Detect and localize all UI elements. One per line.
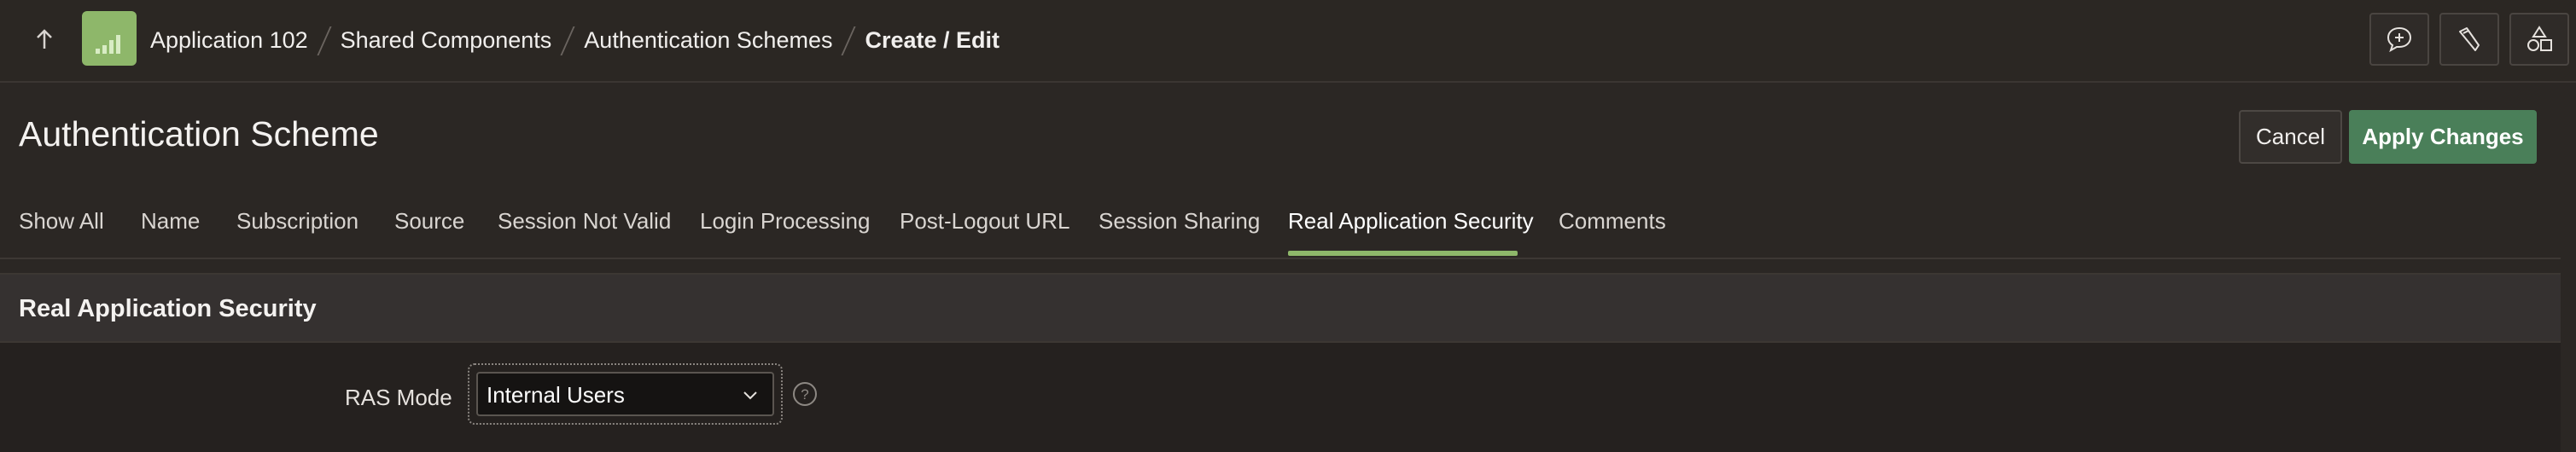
comment-add-icon (2387, 26, 2412, 53)
utilities-button[interactable] (2439, 13, 2499, 66)
breadcrumb-separator (317, 26, 332, 55)
page-title: Authentication Scheme (19, 114, 379, 154)
ras-mode-value: Internal Users (487, 382, 625, 408)
ras-region: Real Application Security RAS Mode Inter… (0, 273, 2561, 452)
region-title: Real Application Security (19, 295, 317, 322)
active-tab-indicator (1288, 251, 1518, 256)
breadcrumb-separator (560, 26, 575, 55)
tab-post-logout-url[interactable]: Post-Logout URL (900, 208, 1069, 235)
tab-source[interactable]: Source (394, 208, 464, 235)
top-actions (2369, 13, 2569, 66)
arrow-up-svg (37, 29, 52, 49)
tab-login-processing[interactable]: Login Processing (700, 208, 870, 235)
region-body: RAS Mode Internal Users ? (0, 343, 2561, 452)
tab-subscription[interactable]: Subscription (236, 208, 358, 235)
breadcrumb-current: Create / Edit (865, 27, 1000, 53)
cancel-button[interactable]: Cancel (2239, 110, 2342, 164)
shared-components-button[interactable] (2509, 13, 2569, 66)
help-icon[interactable]: ? (792, 381, 818, 407)
breadcrumb-authentication-schemes[interactable]: Authentication Schemes (584, 27, 832, 54)
tab-name[interactable]: Name (141, 208, 200, 235)
app-chart-svg (96, 35, 120, 54)
comment-add-button[interactable] (2369, 13, 2429, 66)
arrow-up-icon[interactable] (26, 20, 63, 58)
tab-show-all[interactable]: Show All (19, 208, 104, 235)
tab-session-sharing[interactable]: Session Sharing (1099, 208, 1260, 235)
breadcrumb: Application 102 Shared Components Authen… (150, 0, 1000, 81)
ras-mode-label: RAS Mode (345, 385, 452, 410)
region-header: Real Application Security (0, 273, 2561, 343)
breadcrumb-separator (841, 26, 857, 55)
shapes-icon (2527, 26, 2552, 51)
tab-bar: Show All Name Subscription Source Sessio… (0, 198, 2561, 259)
tab-session-not-valid[interactable]: Session Not Valid (498, 208, 671, 235)
ras-mode-select[interactable]: Internal Users (476, 372, 774, 416)
top-bar: Application 102 Shared Components Authen… (0, 0, 2576, 83)
breadcrumb-shared-components[interactable]: Shared Components (341, 27, 552, 54)
ras-mode-focus-ring: Internal Users (468, 363, 783, 425)
tab-real-application-security[interactable]: Real Application Security (1288, 208, 1534, 235)
breadcrumb-application[interactable]: Application 102 (150, 27, 308, 54)
tab-comments[interactable]: Comments (1559, 208, 1666, 235)
chevron-down-icon (743, 391, 757, 400)
apply-changes-button[interactable]: Apply Changes (2349, 110, 2537, 164)
wrench-icon (2459, 27, 2480, 51)
app-chart-icon[interactable] (82, 11, 137, 66)
svg-text:?: ? (801, 386, 808, 403)
